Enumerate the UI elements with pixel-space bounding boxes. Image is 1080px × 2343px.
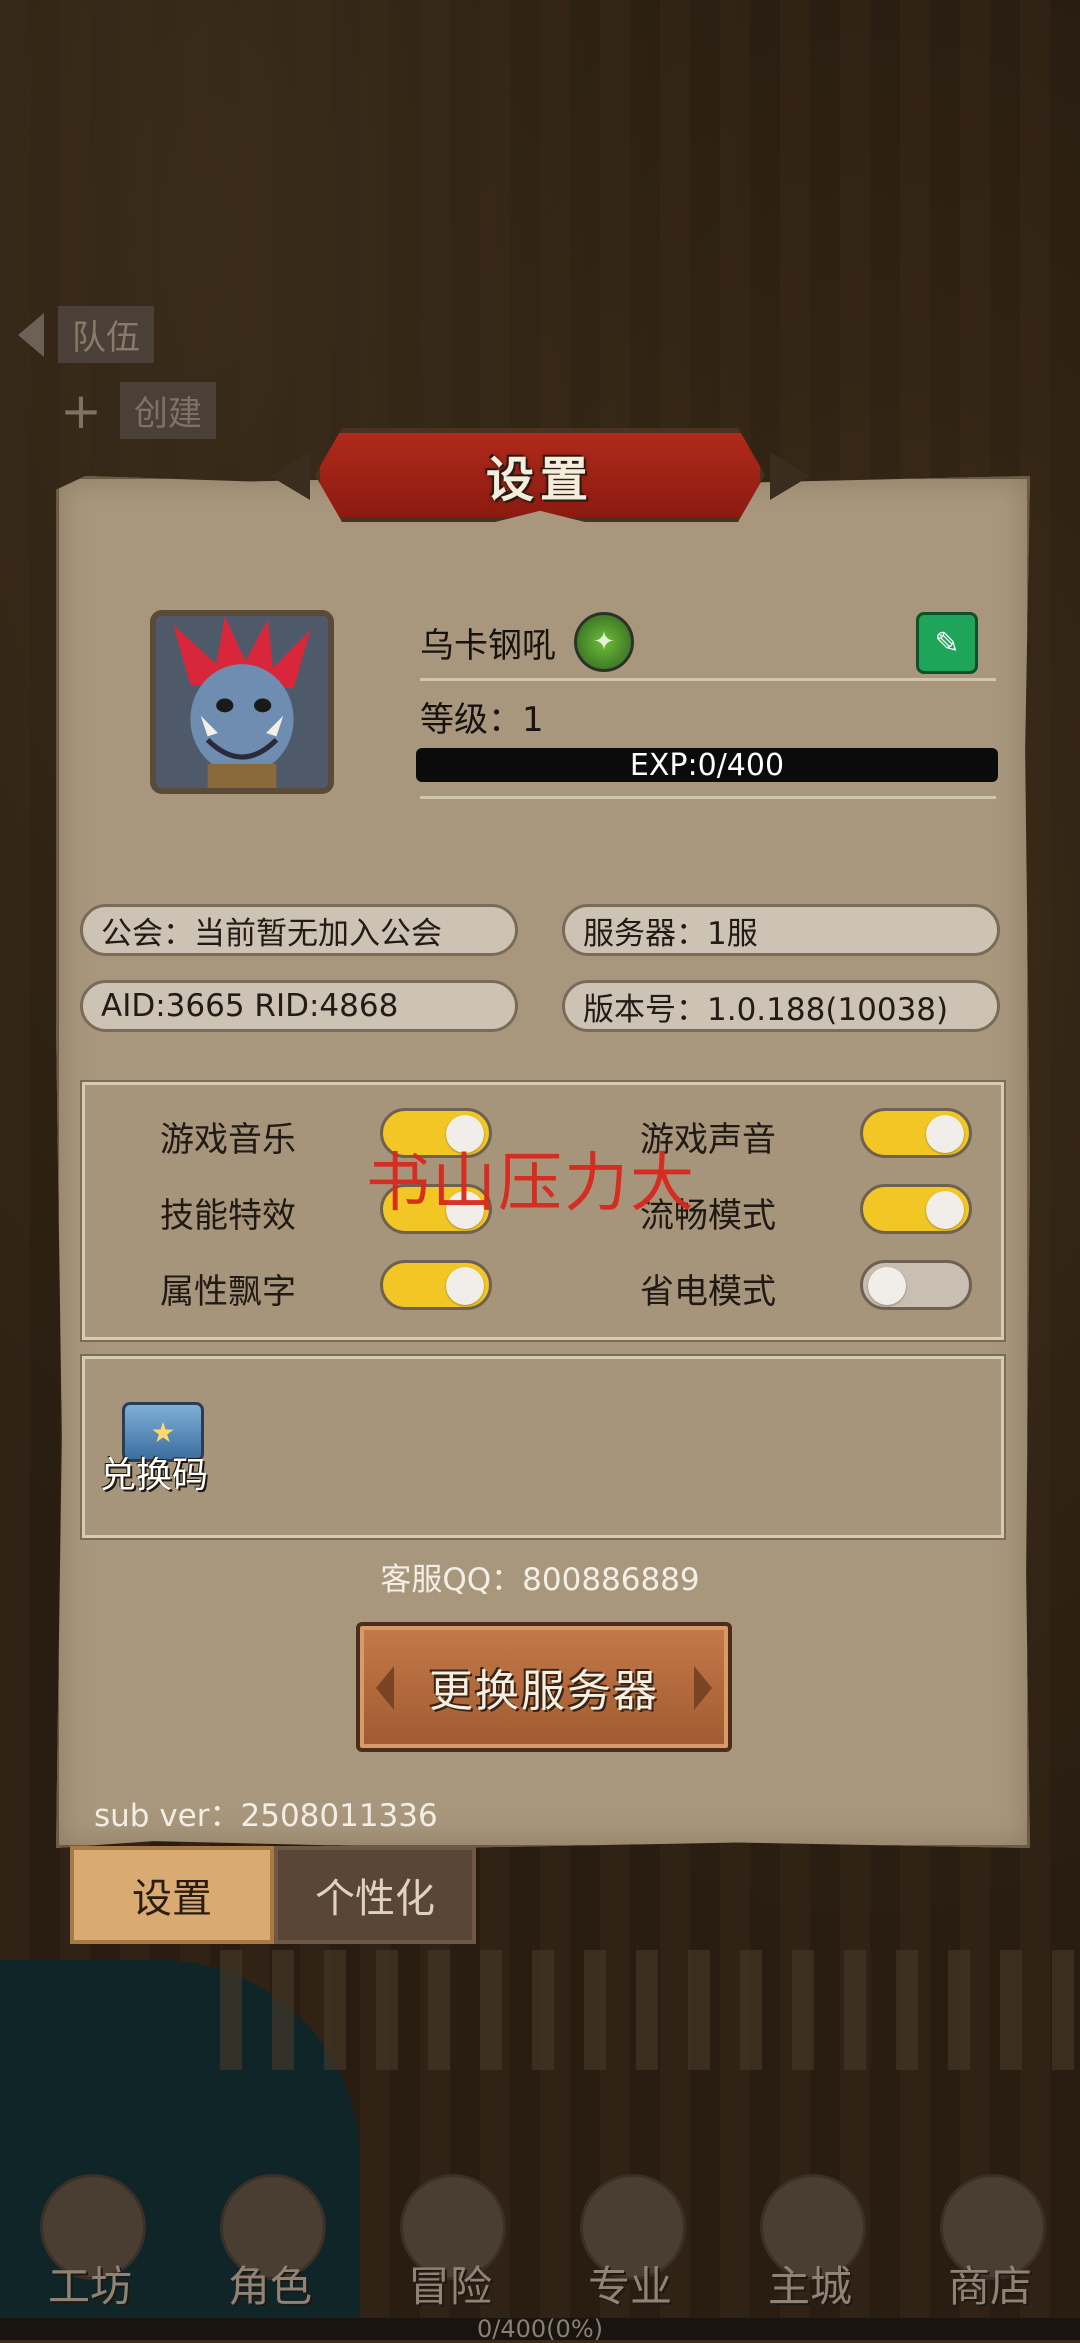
bottom-nav: 工坊 角色 冒险 专业 主城 商店 (0, 2168, 1080, 2318)
troll-portrait-icon (156, 616, 328, 788)
nav-label: 商店 (947, 2262, 1032, 2311)
pencil-icon: ✎ (934, 625, 960, 661)
watermark-text: 书山压力大 (366, 1147, 696, 1221)
tab-settings[interactable]: 设置 (70, 1846, 274, 1944)
nav-workshop[interactable]: 工坊 (15, 2168, 165, 2318)
exp-text: EXP:0/400 (629, 748, 785, 782)
sub-version: sub ver：2508011336 (94, 1798, 438, 1834)
guild-info: 公会：当前暂无加入公会 (80, 904, 518, 956)
nav-shop[interactable]: 商店 (915, 2168, 1065, 2318)
nav-label: 主城 (767, 2262, 852, 2311)
settings-title-banner: 设置 (270, 428, 810, 522)
nav-label: 冒险 (407, 2262, 492, 2311)
banner-left-ornament (270, 452, 310, 500)
class-emblem-icon[interactable]: ✦ (574, 612, 634, 672)
player-name: 乌卡钢吼 (420, 626, 556, 666)
banner-right-ornament (770, 452, 810, 500)
nav-main-city[interactable]: 主城 (735, 2168, 885, 2318)
level-text: 等级：1 (420, 700, 544, 740)
back-arrow-icon (18, 312, 44, 357)
toggle-knob (926, 1191, 964, 1229)
tab-personalize[interactable]: 个性化 (274, 1846, 476, 1944)
server-info: 服务器：1服 (562, 904, 1000, 956)
nav-profession[interactable]: 专业 (555, 2168, 705, 2318)
toggle-damage-numbers[interactable] (380, 1260, 492, 1310)
version-info: 版本号：1.0.188(10038) (562, 980, 1000, 1032)
avatar[interactable] (150, 610, 334, 794)
toggle-knob (926, 1115, 964, 1153)
nav-label: 工坊 (47, 2262, 132, 2311)
customer-service-qq: 客服QQ：800886889 (380, 1562, 700, 1598)
change-server-button[interactable]: 更换服务器 (356, 1622, 732, 1752)
edit-name-button[interactable]: ✎ (916, 612, 978, 674)
nav-label: 角色 (227, 2262, 312, 2311)
nav-label: 专业 (587, 2262, 672, 2311)
create-label: 创建 (119, 382, 216, 439)
create-team-button[interactable]: + 创建 (60, 382, 216, 439)
plus-icon: + (60, 381, 102, 440)
account-ids: AID:3665 RID:4868 (80, 980, 518, 1032)
toggle-label-damage-numbers: 属性飘字 (160, 1272, 296, 1312)
toggle-power-saving[interactable] (860, 1260, 972, 1310)
panel-title: 设置 (485, 452, 594, 508)
exp-bar: EXP:0/400 (416, 748, 998, 782)
toggle-knob (446, 1267, 484, 1305)
divider (420, 678, 996, 681)
toggle-label-game-music: 游戏音乐 (160, 1120, 296, 1160)
change-server-label: 更换服务器 (429, 1666, 659, 1717)
nav-adventure[interactable]: 冒险 (375, 2168, 525, 2318)
redeem-section (82, 1356, 1004, 1538)
toggle-knob (868, 1267, 906, 1305)
toggle-label-power-saving: 省电模式 (640, 1272, 776, 1312)
team-back-button[interactable]: 队伍 (18, 306, 154, 363)
chevron-left-icon (376, 1666, 394, 1710)
toggle-game-sound[interactable] (860, 1108, 972, 1158)
bottom-exp-bar: 0/400(0%) (0, 2317, 1080, 2341)
team-label: 队伍 (58, 306, 154, 363)
redeem-code-button[interactable]: 兑换码 (100, 1446, 208, 1498)
divider (420, 796, 996, 799)
toggle-smooth-mode[interactable] (860, 1184, 972, 1234)
chevron-right-icon (694, 1666, 712, 1710)
toggle-label-skill-effects: 技能特效 (160, 1196, 296, 1236)
banner-ribbon: 设置 (315, 428, 765, 522)
nav-character[interactable]: 角色 (195, 2168, 345, 2318)
